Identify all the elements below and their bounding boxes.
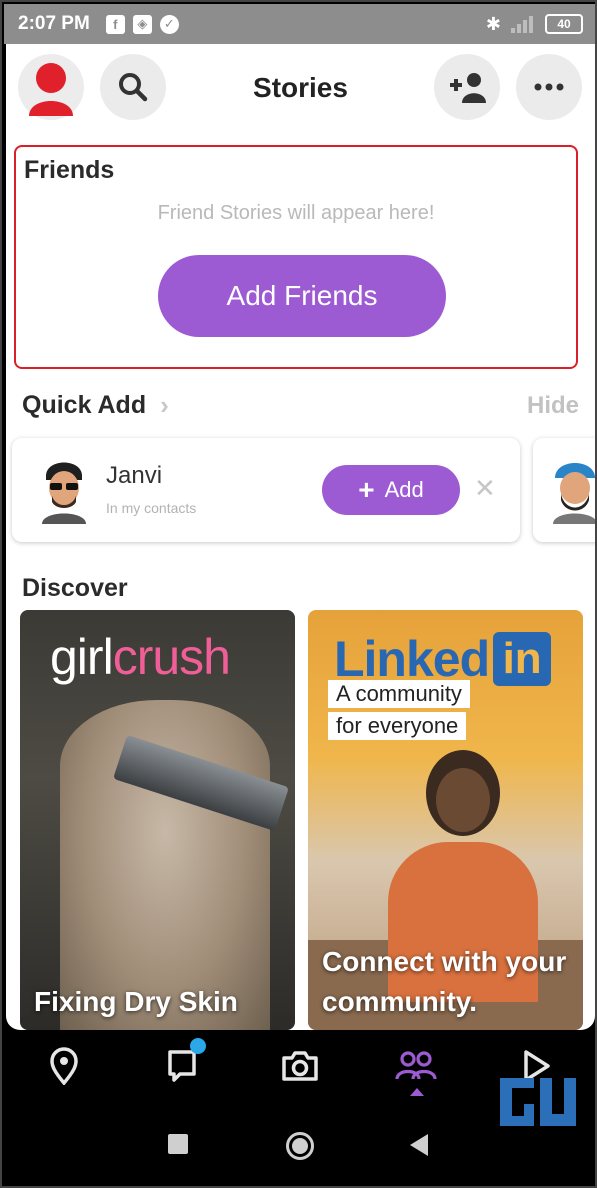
quick-add-subtitle: In my contacts: [106, 500, 197, 516]
status-time: 2:07 PM: [18, 13, 90, 34]
more-dots-icon: [534, 83, 564, 91]
recents-button[interactable]: [168, 1134, 188, 1154]
notification-app-icon: ◈: [132, 14, 152, 34]
quick-add-name: Janvi: [106, 462, 163, 489]
battery-icon: 40: [545, 14, 583, 34]
search-icon: [119, 73, 148, 102]
hide-quick-add-button[interactable]: Hide: [527, 392, 579, 420]
bitmoji-avatar-icon: [42, 462, 86, 524]
watermark-logo: [500, 1078, 576, 1126]
friends-heading: Friends: [24, 156, 115, 184]
discover-tile-girlcrush[interactable]: girlcrush Fixing Dry Skin: [20, 610, 295, 1030]
active-tab-indicator: [410, 1088, 424, 1096]
search-button[interactable]: [100, 54, 166, 120]
unread-dot: [190, 1038, 206, 1054]
discover-tile-linkedin[interactable]: Linked in A community for everyone Conne…: [308, 610, 583, 1030]
plus-icon: +: [358, 474, 375, 505]
more-options-button[interactable]: [516, 54, 582, 120]
stories-screen: Stories Friends Friend Stories will appe…: [6, 44, 595, 1030]
nav-map[interactable]: [42, 1044, 86, 1088]
check-circle-icon: ✓: [159, 14, 179, 34]
dismiss-close-icon[interactable]: ✕: [474, 473, 496, 504]
nav-camera[interactable]: [278, 1044, 322, 1088]
friends-icon: [395, 1051, 437, 1080]
chevron-right-icon: ›: [160, 390, 169, 420]
header: Stories: [6, 44, 595, 136]
home-button[interactable]: [286, 1132, 314, 1160]
add-friends-button[interactable]: Add Friends: [158, 255, 446, 337]
publisher-logo-box: in: [493, 632, 552, 686]
back-button[interactable]: [410, 1134, 428, 1156]
profile-avatar-button[interactable]: [18, 54, 84, 120]
quick-add-add-label: Add: [384, 477, 424, 502]
quick-add-card[interactable]: Janvi In my contacts + Add ✕: [12, 438, 520, 542]
publisher-logo: girlcrush: [50, 628, 231, 686]
publisher-logo-part2: crush: [112, 629, 231, 685]
bluetooth-icon: ✱: [485, 13, 501, 34]
friends-section: Friends Friend Stories will appear here!…: [14, 145, 578, 369]
map-pin-icon: [50, 1047, 78, 1085]
quick-add-add-button[interactable]: + Add: [322, 465, 460, 515]
nav-chat[interactable]: [160, 1038, 206, 1088]
signal-icon: [511, 15, 535, 33]
bitmoji-turban-avatar-icon: [553, 463, 595, 524]
camera-icon: [282, 1051, 318, 1081]
tile-tagline-1: A community: [328, 680, 470, 708]
quick-add-header[interactable]: Quick Add ›: [22, 390, 169, 421]
quick-add-card-next[interactable]: [533, 438, 595, 542]
add-friend-button[interactable]: [434, 54, 500, 120]
chat-icon: [168, 1050, 196, 1082]
tile-title: Fixing Dry Skin: [34, 986, 238, 1017]
phone-frame: 2:07 PM f ◈ ✓ ✱ 40 Stories Friends Frien…: [0, 0, 597, 1188]
nav-stories[interactable]: [394, 1044, 438, 1088]
tile-title: Connect with your community.: [322, 946, 567, 1017]
quick-add-heading: Quick Add: [22, 391, 147, 419]
status-bar: 2:07 PM f ◈ ✓ ✱ 40: [4, 4, 595, 44]
add-friend-icon: [450, 73, 486, 103]
discover-heading: Discover: [22, 574, 128, 602]
home-icon: [292, 1138, 308, 1154]
publisher-logo-part1: girl: [50, 629, 114, 685]
facebook-icon: f: [105, 14, 125, 34]
friends-empty-message: Friend Stories will appear here!: [157, 202, 435, 224]
bitmoji-avatar-icon: [29, 63, 73, 116]
page-title: Stories: [253, 72, 348, 103]
tile-tagline-2: for everyone: [328, 712, 467, 740]
